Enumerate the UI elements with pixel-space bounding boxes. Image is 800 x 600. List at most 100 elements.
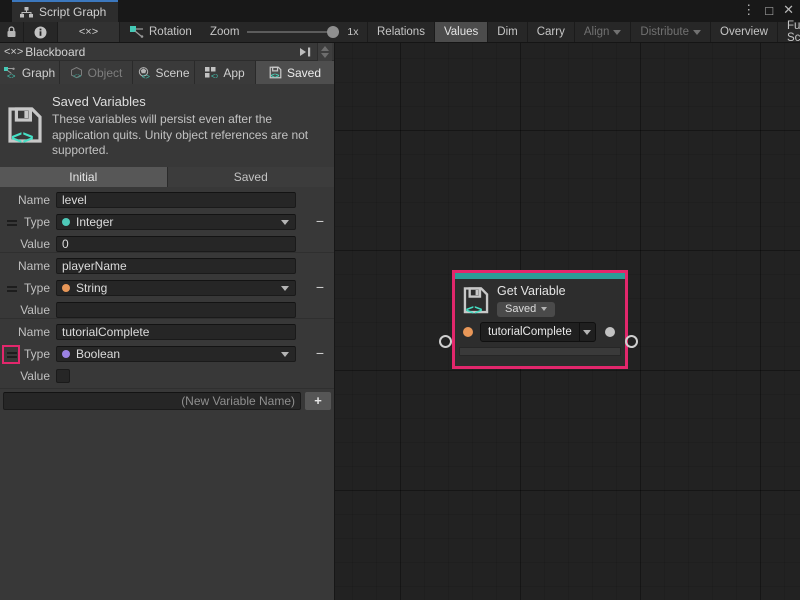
fullscreen-button[interactable]: Full Screen — [777, 22, 800, 42]
zoom-slider-track — [247, 31, 339, 33]
variable-value-checkbox[interactable] — [56, 369, 70, 383]
graph-toolbar: <×> Rotation Zoom 1x Relations Values Di… — [0, 22, 800, 43]
svg-text:<>: <> — [142, 74, 150, 79]
get-variable-node[interactable]: <> Get Variable Saved tutorialComplete — [452, 270, 628, 369]
variable-name-dropdown[interactable]: tutorialComplete — [480, 322, 596, 342]
variable-type-dropdown[interactable]: Boolean — [56, 346, 296, 362]
window-menu-icon[interactable]: ⋮ — [742, 2, 755, 18]
tab-app[interactable]: <> App — [195, 61, 255, 84]
variable-type-dropdown[interactable]: Integer — [56, 214, 296, 230]
subtab-initial[interactable]: Initial — [0, 167, 167, 187]
variable-name-input[interactable] — [56, 258, 296, 274]
saved-variables-info: <> Saved Variables These variables will … — [0, 84, 334, 167]
variable-row-level: Name Type Integer − Value — [0, 187, 334, 253]
script-graph-window: Script Graph ⋮ □ ✕ <×> — [0, 0, 800, 600]
svg-text:<>: <> — [73, 73, 81, 79]
chevron-down-icon — [281, 352, 289, 357]
title-bar: Script Graph ⋮ □ ✕ — [0, 0, 800, 22]
graph-canvas[interactable]: <> Get Variable Saved tutorialComplete — [335, 43, 800, 600]
tab-title: Script Graph — [39, 5, 106, 19]
variable-type-dropdown[interactable]: String — [56, 280, 296, 296]
variable-row-tutorialComplete: Name Type Boolean − Value — [0, 319, 334, 389]
svg-text:<>: <> — [7, 73, 15, 79]
initial-saved-tabs: Initial Saved — [0, 167, 334, 187]
chevron-down-icon — [281, 220, 289, 225]
variable-scope-tabs: <> Graph <> Object <> Scene <> Ap — [0, 61, 334, 84]
carry-toggle[interactable]: Carry — [527, 22, 574, 42]
variable-value-input[interactable] — [56, 236, 296, 252]
svg-text:<>: <> — [466, 303, 483, 315]
node-right-port[interactable] — [625, 335, 638, 348]
values-toggle[interactable]: Values — [434, 22, 487, 42]
floppy-disk-icon: <> — [8, 94, 42, 159]
scroll-down-icon[interactable] — [321, 53, 329, 58]
tab-saved[interactable]: <> Saved — [256, 61, 334, 84]
remove-variable-button[interactable]: − — [311, 344, 329, 362]
variable-name-input[interactable] — [56, 192, 296, 208]
rotation-icon — [130, 26, 144, 38]
svg-text:<>: <> — [11, 128, 34, 145]
lock-button[interactable] — [0, 22, 24, 42]
tab-graph[interactable]: <> Graph — [0, 61, 59, 84]
graph-hierarchy-icon — [20, 7, 33, 18]
code-view-button[interactable]: <×> — [58, 22, 120, 42]
svg-text:<>: <> — [271, 73, 280, 79]
info-button[interactable] — [24, 22, 58, 42]
remove-variable-button[interactable]: − — [311, 212, 329, 230]
variable-kind-dropdown[interactable]: Saved — [497, 302, 555, 317]
new-variable-row: + — [0, 389, 334, 415]
chevron-down-icon — [541, 307, 547, 311]
node-footer — [459, 347, 621, 356]
distribute-dropdown[interactable]: Distribute — [630, 22, 710, 42]
lock-icon — [6, 26, 17, 38]
type-color-dot — [62, 350, 70, 358]
window-close-icon[interactable]: ✕ — [783, 2, 794, 18]
variable-row-playerName: Name Type String − Value — [0, 253, 334, 319]
node-left-port[interactable] — [439, 335, 452, 348]
subtab-saved[interactable]: Saved — [168, 167, 335, 187]
chevron-down-icon — [613, 30, 621, 35]
zoom-slider-handle[interactable] — [327, 26, 339, 38]
zoom-slider[interactable] — [247, 22, 339, 42]
info-description: These variables will persist even after … — [52, 112, 326, 159]
graph-variables-icon: <> — [4, 67, 17, 79]
tab-object[interactable]: <> Object — [60, 61, 132, 84]
blackboard-header: <×> Blackboard — [0, 43, 334, 61]
chevron-down-icon — [281, 286, 289, 291]
type-color-dot — [62, 218, 70, 226]
zoom-label: Zoom — [210, 26, 239, 38]
dock-panel-icon[interactable] — [299, 47, 311, 57]
tab-scene[interactable]: <> Scene — [133, 61, 194, 84]
output-port-dot[interactable] — [605, 327, 615, 337]
overview-button[interactable]: Overview — [710, 22, 777, 42]
rotation-label: Rotation — [149, 26, 192, 38]
saved-variables-icon: <> — [463, 284, 489, 317]
scene-variables-icon: <> — [137, 67, 150, 79]
tab-script-graph[interactable]: Script Graph — [12, 0, 118, 22]
info-title: Saved Variables — [52, 94, 326, 109]
variable-name-input[interactable] — [56, 324, 296, 340]
dim-toggle[interactable]: Dim — [487, 22, 526, 42]
blackboard-panel: <×> Blackboard <> Graph <> O — [0, 43, 335, 600]
saved-variables-icon: <> — [269, 66, 282, 79]
remove-variable-button[interactable]: − — [311, 278, 329, 296]
blackboard-title: Blackboard — [25, 45, 85, 59]
relations-toggle[interactable]: Relations — [367, 22, 434, 42]
node-title: Get Variable — [497, 284, 566, 298]
scroll-up-icon[interactable] — [321, 46, 329, 51]
zoom-value: 1x — [347, 26, 358, 38]
window-maximize-icon[interactable]: □ — [765, 3, 773, 18]
align-dropdown[interactable]: Align — [574, 22, 631, 42]
panel-scroll-arrows[interactable] — [317, 43, 332, 61]
rotation-control[interactable]: Rotation — [120, 22, 200, 42]
type-color-dot — [62, 284, 70, 292]
app-variables-icon: <> — [205, 67, 218, 79]
input-port-dot[interactable] — [463, 327, 473, 337]
new-variable-name-input[interactable] — [3, 392, 301, 410]
variable-value-input[interactable] — [56, 302, 296, 318]
chevron-down-icon[interactable] — [579, 323, 595, 341]
add-variable-button[interactable]: + — [305, 392, 331, 410]
svg-text:<>: <> — [211, 73, 218, 79]
chevron-down-icon — [693, 30, 701, 35]
object-variables-icon: <> — [70, 67, 83, 79]
